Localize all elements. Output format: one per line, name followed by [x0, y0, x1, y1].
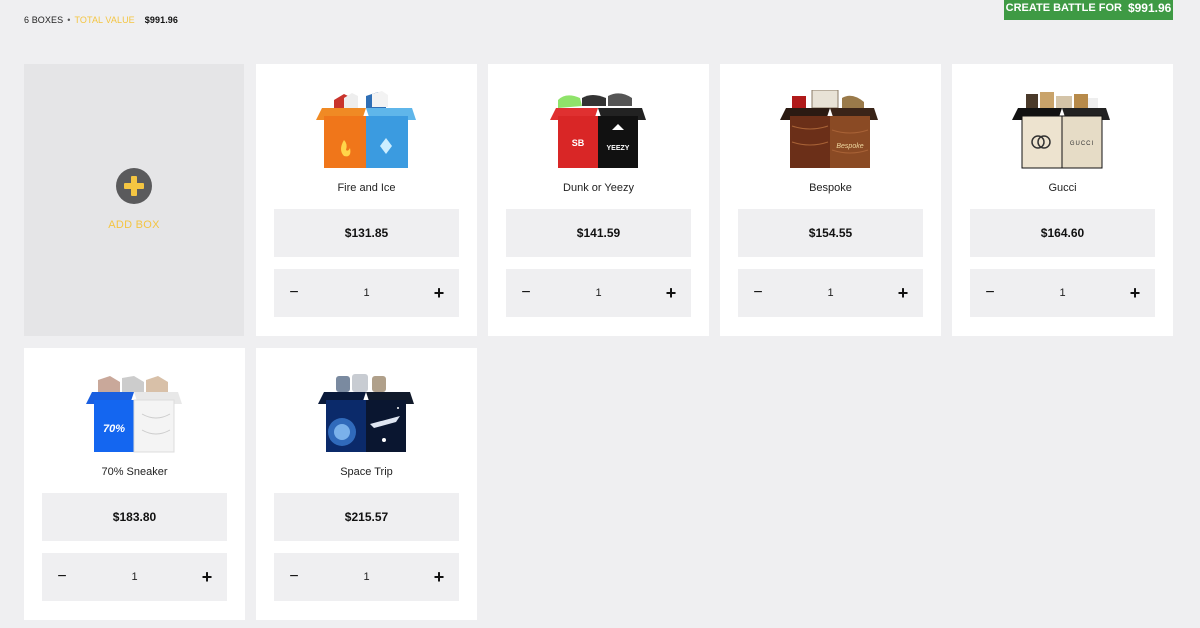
create-battle-amount: $991.96: [1127, 1, 1172, 15]
quantity-stepper: − 1 +: [506, 269, 691, 317]
increase-quantity-button[interactable]: +: [429, 283, 449, 303]
decrease-quantity-button[interactable]: −: [516, 283, 536, 303]
box-name: 70% Sneaker: [101, 466, 168, 478]
add-box-label: ADD BOX: [108, 219, 160, 231]
quantity-stepper: − 1 +: [738, 269, 923, 317]
quantity-value[interactable]: 1: [1059, 287, 1065, 299]
summary-separator: •: [67, 15, 71, 25]
decrease-quantity-button[interactable]: −: [284, 567, 304, 587]
box-name: Dunk or Yeezy: [563, 182, 634, 194]
box-card: Fire and Ice $131.85 − 1 +: [256, 64, 477, 336]
increase-quantity-button[interactable]: +: [429, 567, 449, 587]
box-front-label-right: YEEZY: [607, 145, 630, 152]
box-front-label-left: SB: [572, 138, 585, 148]
dunk-or-yeezy-box-image: SB YEEZY: [550, 93, 646, 168]
fire-and-ice-box-image: [316, 91, 416, 168]
gucci-box-image: GUCCI: [1012, 92, 1110, 169]
quantity-stepper: − 1 +: [274, 553, 459, 601]
create-battle-label: CREATE BATTLE FOR: [1005, 2, 1122, 14]
increase-quantity-button[interactable]: +: [661, 283, 681, 303]
box-front-label: GUCCI: [1070, 141, 1094, 147]
quantity-value[interactable]: 1: [363, 287, 369, 299]
space-trip-box-image: [318, 374, 414, 452]
box-card: SB YEEZY Dunk or Yeezy $141.59 − 1 +: [488, 64, 709, 336]
box-name: Space Trip: [340, 466, 393, 478]
decrease-quantity-button[interactable]: −: [980, 283, 1000, 303]
quantity-stepper: − 1 +: [274, 269, 459, 317]
box-name: Bespoke: [809, 182, 852, 194]
quantity-value[interactable]: 1: [595, 287, 601, 299]
quantity-value[interactable]: 1: [827, 287, 833, 299]
box-card: Bespoke Bespoke $154.55 − 1 +: [720, 64, 941, 336]
increase-quantity-button[interactable]: +: [1125, 283, 1145, 303]
box-front-label: Bespoke: [836, 143, 863, 150]
quantity-value[interactable]: 1: [131, 571, 137, 583]
box-price: $154.55: [738, 209, 923, 257]
boxes-count: 6 BOXES: [24, 15, 64, 25]
box-price: $131.85: [274, 209, 459, 257]
quantity-stepper: − 1 +: [970, 269, 1155, 317]
create-battle-button[interactable]: CREATE BATTLE FOR $991.96: [1004, 0, 1173, 20]
total-value: $991.96: [144, 15, 179, 25]
box-name: Fire and Ice: [337, 182, 396, 194]
add-box-button[interactable]: ADD BOX: [24, 64, 244, 336]
box-summary: 6 BOXES • TOTAL VALUE $991.96: [24, 15, 178, 25]
increase-quantity-button[interactable]: +: [197, 567, 217, 587]
increase-quantity-button[interactable]: +: [893, 283, 913, 303]
box-name: Gucci: [1048, 182, 1077, 194]
box-front-label: 70%: [103, 423, 125, 435]
decrease-quantity-button[interactable]: −: [748, 283, 768, 303]
total-value-label: TOTAL VALUE: [74, 15, 135, 25]
bespoke-box-image: Bespoke: [780, 90, 878, 168]
box-price: $141.59: [506, 209, 691, 257]
box-price: $183.80: [42, 493, 227, 541]
box-card: GUCCI Gucci $164.60 − 1 +: [952, 64, 1173, 336]
box-price: $215.57: [274, 493, 459, 541]
box-price: $164.60: [970, 209, 1155, 257]
quantity-value[interactable]: 1: [363, 571, 369, 583]
quantity-stepper: − 1 +: [42, 553, 227, 601]
decrease-quantity-button[interactable]: −: [52, 567, 72, 587]
box-card: Space Trip $215.57 − 1 +: [256, 348, 477, 620]
box-card: 70% 70% Sneaker $183.80 − 1 +: [24, 348, 245, 620]
decrease-quantity-button[interactable]: −: [284, 283, 304, 303]
plus-circle-icon: [116, 168, 152, 204]
sneaker-70-box-image: 70%: [86, 376, 182, 453]
